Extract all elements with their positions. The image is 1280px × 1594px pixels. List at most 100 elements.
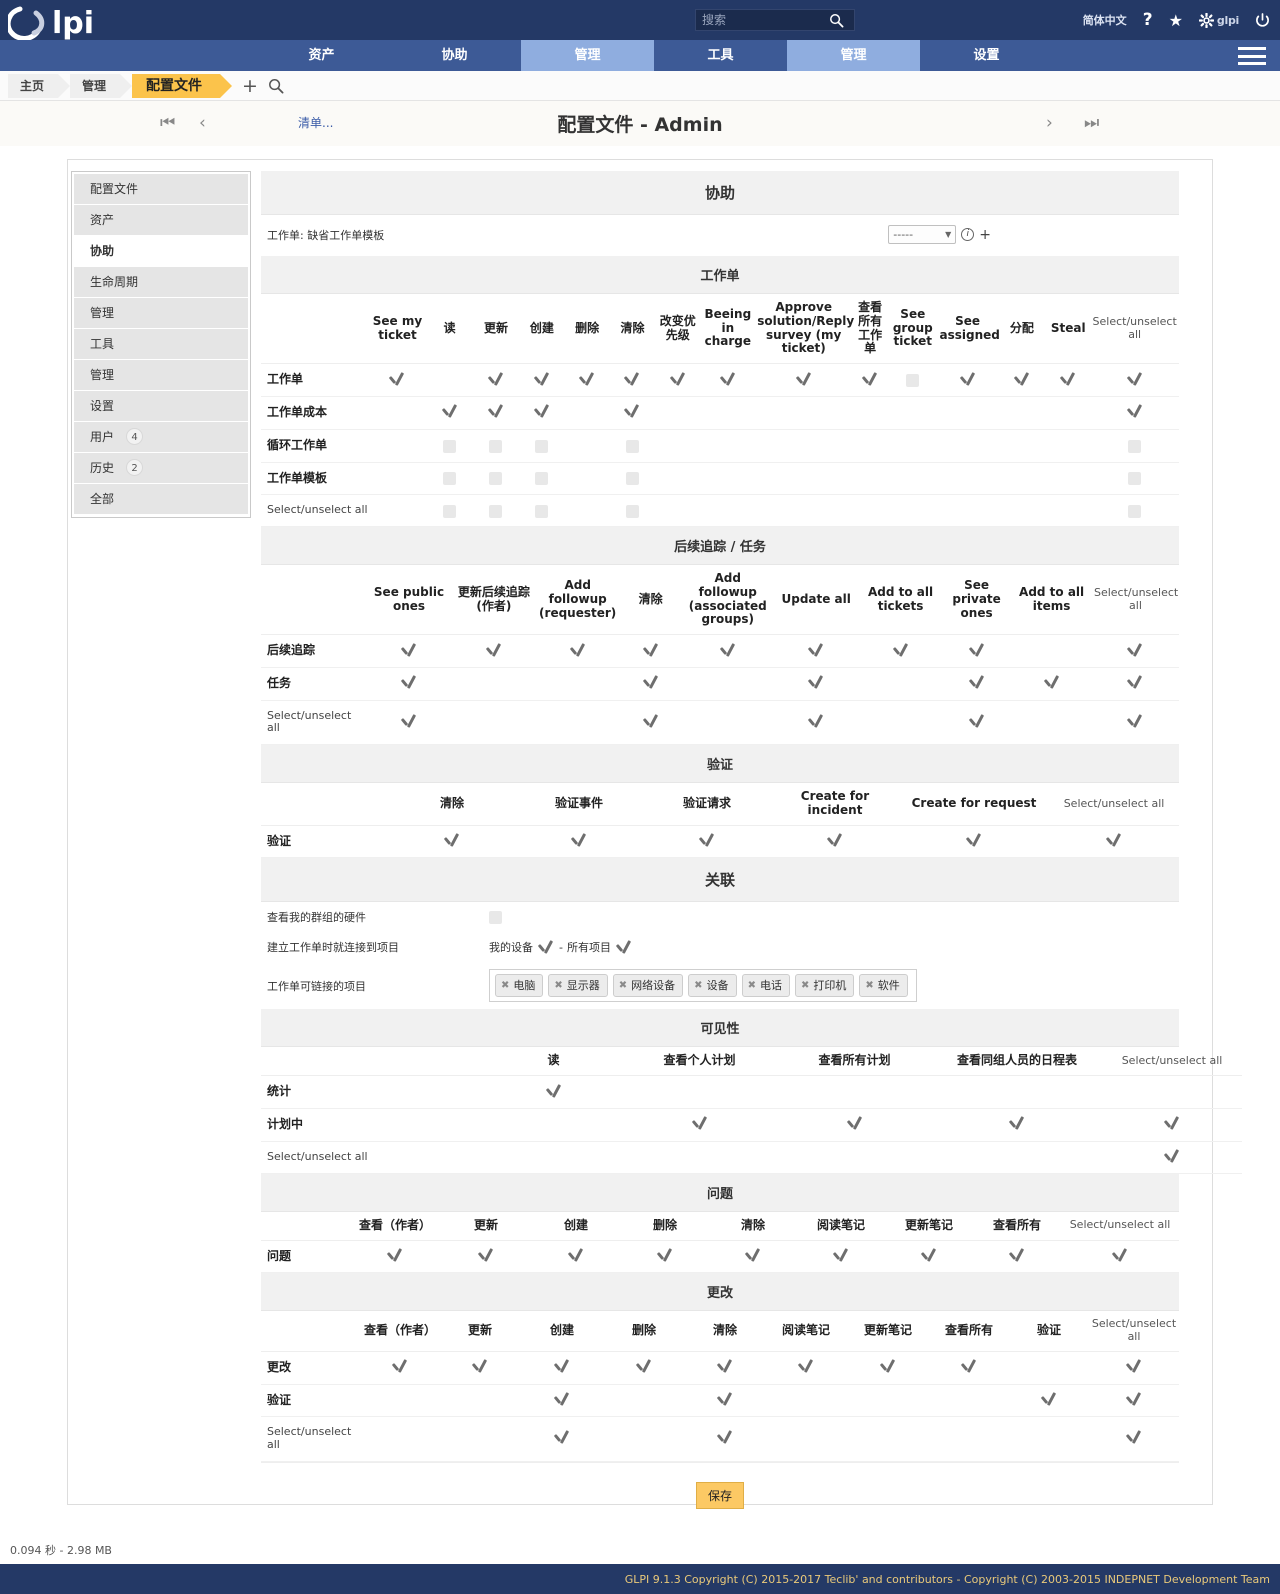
permission-checked[interactable] xyxy=(472,363,520,397)
permission-checked[interactable] xyxy=(519,396,565,430)
permission-checkbox[interactable] xyxy=(519,494,565,528)
permission-checked[interactable] xyxy=(847,1351,929,1385)
checkbox-icon[interactable] xyxy=(1128,439,1142,453)
permission-checked[interactable] xyxy=(1091,700,1179,746)
checkbox-icon[interactable] xyxy=(625,472,639,486)
search-icon[interactable] xyxy=(824,13,848,28)
global-search[interactable] xyxy=(695,9,855,31)
menu-item-management[interactable]: 管理 xyxy=(521,40,654,71)
permission-checked[interactable] xyxy=(564,363,610,397)
checkbox-icon[interactable] xyxy=(443,504,457,518)
permission-checkbox[interactable] xyxy=(609,494,656,528)
permission-checked[interactable] xyxy=(1090,363,1179,397)
breadcrumb-administration[interactable]: 管理 xyxy=(70,73,133,98)
remove-tag-icon[interactable]: ✖ xyxy=(801,980,809,991)
item-tag[interactable]: ✖ 软件 xyxy=(859,974,908,998)
permission-checked[interactable] xyxy=(361,1351,439,1385)
item-tag[interactable]: ✖ 设备 xyxy=(688,974,737,998)
permission-checked[interactable] xyxy=(609,396,656,430)
permission-checked[interactable] xyxy=(755,363,853,397)
search-icon[interactable] xyxy=(268,78,284,94)
permission-checked[interactable] xyxy=(700,363,756,397)
permission-checked[interactable] xyxy=(485,1075,622,1110)
sidebar-item-lifecycle[interactable]: 生命周期 xyxy=(74,267,248,298)
checkbox-icon[interactable] xyxy=(625,439,639,453)
permission-checked[interactable] xyxy=(899,825,1049,859)
link-option-my-devices-check[interactable] xyxy=(537,940,555,954)
permission-checked[interactable] xyxy=(1011,667,1092,701)
permission-checked[interactable] xyxy=(771,825,899,859)
permission-checked[interactable] xyxy=(366,700,452,746)
permission-checked[interactable] xyxy=(797,1240,885,1274)
permission-checked[interactable] xyxy=(655,363,701,397)
permission-checked[interactable] xyxy=(1091,634,1179,668)
sidebar-item-assistance[interactable]: 协助 xyxy=(74,236,248,267)
last-record-icon[interactable]: ⏭ xyxy=(1084,113,1099,133)
permission-checked[interactable] xyxy=(1046,363,1091,397)
permission-checkbox[interactable] xyxy=(1090,429,1179,463)
permission-checked[interactable] xyxy=(941,634,1012,668)
menu-item-assets[interactable]: 资产 xyxy=(255,40,388,71)
checkbox-icon[interactable] xyxy=(489,472,503,486)
permission-checked[interactable] xyxy=(643,825,771,859)
permission-checked[interactable] xyxy=(472,396,520,430)
permission-checked[interactable] xyxy=(709,1240,797,1274)
permission-checkbox[interactable] xyxy=(609,462,656,496)
checkbox-icon[interactable] xyxy=(1128,472,1142,486)
permission-checked[interactable] xyxy=(685,1351,765,1385)
permission-checked[interactable] xyxy=(859,634,942,668)
permission-checked[interactable] xyxy=(1009,1384,1089,1418)
checkbox-icon[interactable] xyxy=(489,504,503,518)
user-label[interactable]: glpi xyxy=(1217,14,1239,27)
permission-checked[interactable] xyxy=(619,667,683,701)
permission-checkbox[interactable] xyxy=(472,429,520,463)
remove-tag-icon[interactable]: ✖ xyxy=(619,980,627,991)
sidebar-item-history[interactable]: 历史 2 xyxy=(74,453,248,484)
sidebar-item-assets[interactable]: 资产 xyxy=(74,205,248,236)
permission-checkbox[interactable] xyxy=(1090,462,1179,496)
permission-checked[interactable] xyxy=(519,363,565,397)
checkbox-icon[interactable] xyxy=(443,439,457,453)
permission-checked[interactable] xyxy=(451,634,537,668)
menu-item-tools[interactable]: 工具 xyxy=(654,40,787,71)
permission-checked[interactable] xyxy=(366,634,452,668)
see-group-hardware-checkbox[interactable] xyxy=(489,910,502,924)
permission-checked[interactable] xyxy=(515,825,643,859)
permission-checked[interactable] xyxy=(773,667,860,701)
permission-checked[interactable] xyxy=(441,1240,531,1274)
permission-checked[interactable] xyxy=(619,700,683,746)
checkbox-icon[interactable] xyxy=(1128,504,1142,518)
permission-checked[interactable] xyxy=(603,1351,685,1385)
permission-checked[interactable] xyxy=(929,1351,1009,1385)
power-logout-icon[interactable] xyxy=(1255,12,1270,28)
permission-checkbox[interactable] xyxy=(472,462,520,496)
permission-checked[interactable] xyxy=(1090,396,1179,430)
permission-checked[interactable] xyxy=(997,363,1047,397)
checkbox-icon[interactable] xyxy=(535,472,549,486)
next-record-icon[interactable]: › xyxy=(1046,113,1053,133)
permission-checked[interactable] xyxy=(1091,667,1179,701)
permission-checkbox[interactable] xyxy=(1090,494,1179,528)
permission-checked[interactable] xyxy=(621,1240,709,1274)
permission-checked[interactable] xyxy=(531,1240,621,1274)
checkbox-icon[interactable] xyxy=(535,439,549,453)
permission-checked[interactable] xyxy=(521,1351,603,1385)
search-input[interactable] xyxy=(696,10,824,30)
permission-checked[interactable] xyxy=(682,634,774,668)
language-label[interactable]: 简体中文 xyxy=(1083,12,1127,28)
breadcrumb-home[interactable]: 主页 xyxy=(8,73,71,98)
permission-checked[interactable] xyxy=(937,363,998,397)
permission-checked[interactable] xyxy=(777,1108,932,1142)
permission-checked[interactable] xyxy=(685,1416,765,1462)
permission-checked[interactable] xyxy=(609,363,656,397)
permission-checked[interactable] xyxy=(685,1384,765,1418)
permission-checked[interactable] xyxy=(773,700,860,746)
permission-checked[interactable] xyxy=(366,667,452,701)
hamburger-menu-icon[interactable] xyxy=(1238,47,1266,65)
item-tag[interactable]: ✖ 电脑 xyxy=(495,974,544,998)
permission-checkbox[interactable] xyxy=(426,462,473,496)
permission-checked[interactable] xyxy=(765,1351,847,1385)
checkbox-icon[interactable] xyxy=(443,472,457,486)
item-tag[interactable]: ✖ 打印机 xyxy=(794,974,855,998)
sidebar-item-management[interactable]: 管理 xyxy=(74,298,248,329)
